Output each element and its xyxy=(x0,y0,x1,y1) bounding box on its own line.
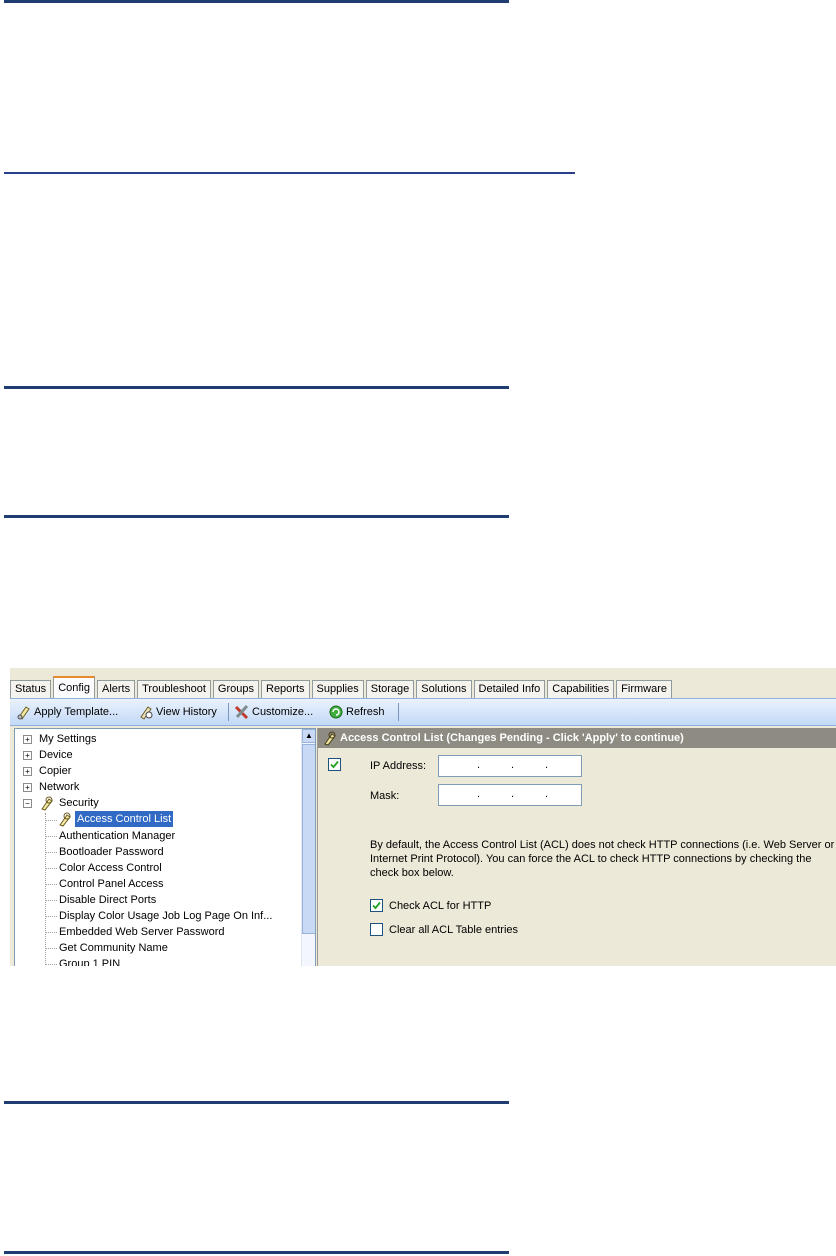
checkmark-icon xyxy=(372,901,381,910)
acl-panel-header: Access Control List (Changes Pending - C… xyxy=(318,728,836,748)
scroll-thumb[interactable] xyxy=(302,744,315,934)
config-tree: + + + + − My Settings Device Copier Netw… xyxy=(14,728,316,966)
tree-guide-line xyxy=(45,836,57,837)
tree-item-device[interactable]: Device xyxy=(39,747,73,763)
tree-guide-line xyxy=(45,884,57,885)
selected-tree-label: Access Control List xyxy=(75,811,174,827)
expand-icon[interactable]: + xyxy=(23,735,32,744)
expand-icon[interactable]: + xyxy=(23,783,32,792)
security-wrench-icon xyxy=(41,796,53,811)
acl-entry-checkbox[interactable] xyxy=(328,758,341,771)
customize-label: Customize... xyxy=(252,706,314,718)
checkmark-icon xyxy=(330,760,339,769)
tree-item-display-color-usage[interactable]: Display Color Usage Job Log Page On Inf.… xyxy=(59,908,272,924)
expand-icon[interactable]: + xyxy=(23,767,32,776)
refresh-icon xyxy=(329,705,343,719)
tab-config[interactable]: Config xyxy=(53,676,95,698)
tree-guide-line xyxy=(45,916,57,917)
toolbar: Apply Template... View History Customize… xyxy=(10,698,836,726)
ip-dot: . xyxy=(545,759,549,771)
tree-item-copier[interactable]: Copier xyxy=(39,763,71,779)
tree-guide-line xyxy=(45,852,57,853)
ip-dot: . xyxy=(477,759,481,771)
tree-item-disable-direct-ports[interactable]: Disable Direct Ports xyxy=(59,892,156,908)
tree-guide-line xyxy=(45,932,57,933)
apply-template-button[interactable]: Apply Template... xyxy=(16,703,118,721)
history-icon xyxy=(140,706,153,720)
collapse-icon[interactable]: − xyxy=(23,799,32,808)
tab-supplies[interactable]: Supplies xyxy=(311,680,364,698)
tree-item-get-community-name[interactable]: Get Community Name xyxy=(59,940,168,956)
tools-icon xyxy=(234,704,249,720)
tree-item-security[interactable]: Security xyxy=(39,795,99,811)
mask-field[interactable]: . . . xyxy=(438,784,582,806)
tree-item-group-1-pin[interactable]: Group 1 PIN xyxy=(59,956,120,966)
tree-item-authentication-manager[interactable]: Authentication Manager xyxy=(59,828,175,844)
view-history-label: View History xyxy=(156,706,217,718)
divider-rule xyxy=(4,1251,509,1254)
clear-acl-checkbox[interactable] xyxy=(370,923,383,936)
toolbar-separator xyxy=(228,703,229,721)
mask-dot: . xyxy=(511,788,515,800)
tab-alerts[interactable]: Alerts xyxy=(96,680,136,698)
refresh-button[interactable]: Refresh xyxy=(328,703,385,721)
tree-item-security-label: Security xyxy=(59,797,99,809)
tab-firmware[interactable]: Firmware xyxy=(616,680,673,698)
divider-rule-link xyxy=(4,172,575,174)
acl-header-icon xyxy=(324,731,336,746)
tab-strip: Status Config Alerts Troubleshoot Groups… xyxy=(10,676,674,698)
tree-guide-line xyxy=(45,820,57,821)
tab-reports[interactable]: Reports xyxy=(261,680,310,698)
tab-status[interactable]: Status xyxy=(10,680,52,698)
scroll-up-icon[interactable]: ▲ xyxy=(302,729,315,743)
divider-rule xyxy=(4,0,509,3)
acl-wrench-icon xyxy=(59,812,71,827)
tab-groups[interactable]: Groups xyxy=(212,680,259,698)
mask-dot: . xyxy=(545,788,549,800)
tab-detailed-info[interactable]: Detailed Info xyxy=(473,680,546,698)
tree-item-ews-password[interactable]: Embedded Web Server Password xyxy=(59,924,225,940)
template-icon xyxy=(17,706,30,720)
tree-guide-line xyxy=(45,964,57,965)
tab-capabilities[interactable]: Capabilities xyxy=(547,680,615,698)
divider-rule xyxy=(4,515,509,518)
expand-icon[interactable]: + xyxy=(23,751,32,760)
acl-description: By default, the Access Control List (ACL… xyxy=(370,839,835,879)
acl-settings-pane: Access Control List (Changes Pending - C… xyxy=(317,728,836,966)
divider-rule xyxy=(4,386,509,389)
tree-guide-line xyxy=(45,900,57,901)
acl-panel-title: Access Control List (Changes Pending - C… xyxy=(340,732,684,744)
tree-item-access-control-list[interactable]: Access Control List xyxy=(57,811,174,827)
tree-item-network[interactable]: Network xyxy=(39,779,79,795)
tab-troubleshoot[interactable]: Troubleshoot xyxy=(137,680,211,698)
customize-button[interactable]: Customize... xyxy=(234,703,313,721)
divider-rule xyxy=(4,1101,509,1104)
tree-item-color-access-control[interactable]: Color Access Control xyxy=(59,860,162,876)
tree-scrollbar[interactable]: ▲ xyxy=(301,729,315,966)
tree-item-bootloader-password[interactable]: Bootloader Password xyxy=(59,844,164,860)
mask-dot: . xyxy=(477,788,481,800)
check-acl-http-label[interactable]: Check ACL for HTTP xyxy=(389,900,491,912)
refresh-label: Refresh xyxy=(346,706,385,718)
ip-address-field[interactable]: . . . xyxy=(438,755,582,777)
clear-acl-label[interactable]: Clear all ACL Table entries xyxy=(389,924,518,936)
tree-guide-line xyxy=(45,868,57,869)
web-jetadmin-window: Status Config Alerts Troubleshoot Groups… xyxy=(10,668,836,966)
tab-solutions[interactable]: Solutions xyxy=(416,680,472,698)
view-history-button[interactable]: View History xyxy=(138,703,217,721)
tree-guide-line xyxy=(45,948,57,949)
mask-label: Mask: xyxy=(370,790,400,802)
tab-storage[interactable]: Storage xyxy=(365,680,415,698)
apply-template-label: Apply Template... xyxy=(34,706,119,718)
ip-address-label: IP Address: xyxy=(370,760,427,772)
check-acl-http-checkbox[interactable] xyxy=(370,899,383,912)
toolbar-separator xyxy=(398,703,399,721)
tree-item-my-settings[interactable]: My Settings xyxy=(39,731,96,747)
tree-item-control-panel-access[interactable]: Control Panel Access xyxy=(59,876,164,892)
ip-dot: . xyxy=(511,759,515,771)
